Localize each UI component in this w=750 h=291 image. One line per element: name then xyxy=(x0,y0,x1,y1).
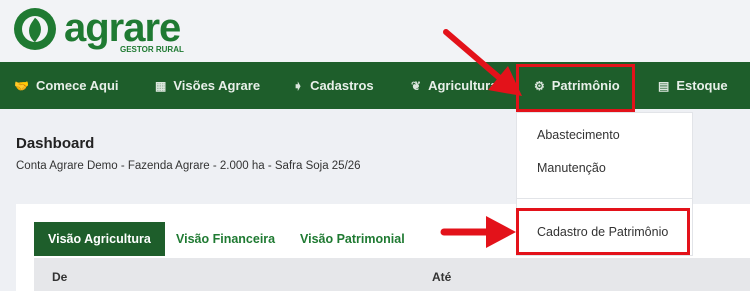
leaf-icon: ❦ xyxy=(411,78,422,93)
nav-label: Cadastros xyxy=(310,78,374,93)
nav-item-cadastros[interactable]: ➧ Cadastros xyxy=(293,62,374,109)
brand-name: agrare xyxy=(64,6,181,50)
column-header-de: De xyxy=(52,270,68,284)
tab-visao-agricultura[interactable]: Visão Agricultura xyxy=(34,222,165,256)
brand-logo[interactable]: agrare GESTOR RURAL xyxy=(14,8,184,54)
nav-label: Comece Aqui xyxy=(35,78,119,93)
boxes-icon: ▤ xyxy=(658,78,670,93)
highlight-box-cadastro xyxy=(516,208,690,255)
column-header-ate: Até xyxy=(432,270,452,284)
top-bar: agrare GESTOR RURAL xyxy=(0,0,750,62)
table-header xyxy=(34,258,750,291)
leaf-logo-icon xyxy=(14,8,56,50)
dashboard-icon: ▦ xyxy=(155,78,167,93)
page-subtitle: Conta Agrare Demo - Fazenda Agrare - 2.0… xyxy=(16,160,361,172)
tab-visao-patrimonial[interactable]: Visão Patrimonial xyxy=(300,222,405,256)
nav-item-comece-aqui[interactable]: 🤝 Comece Aqui xyxy=(14,62,119,109)
page-title: Dashboard xyxy=(16,135,95,152)
handshake-icon: 🤝 xyxy=(14,78,29,93)
nav-label: Estoque xyxy=(676,78,728,93)
nav-item-estoque[interactable]: ▤ Estoque xyxy=(658,62,728,109)
arrow-icon xyxy=(440,216,516,248)
signpost-icon: ➧ xyxy=(293,78,304,93)
menu-item-manutencao[interactable]: Manutenção xyxy=(537,161,606,175)
nav-item-visoes-agrare[interactable]: ▦ Visões Agrare xyxy=(155,62,260,109)
arrow-icon xyxy=(443,29,522,96)
main-nav: 🤝 Comece Aqui ▦ Visões Agrare ➧ Cadastro… xyxy=(0,62,750,109)
tab-visao-financeira[interactable]: Visão Financeira xyxy=(176,222,275,256)
menu-divider xyxy=(516,198,693,199)
nav-label: Visões Agrare xyxy=(173,78,261,93)
menu-item-abastecimento[interactable]: Abastecimento xyxy=(537,128,620,142)
brand-subtitle: GESTOR RURAL xyxy=(120,45,184,54)
highlight-box-patrimonio xyxy=(516,64,635,112)
